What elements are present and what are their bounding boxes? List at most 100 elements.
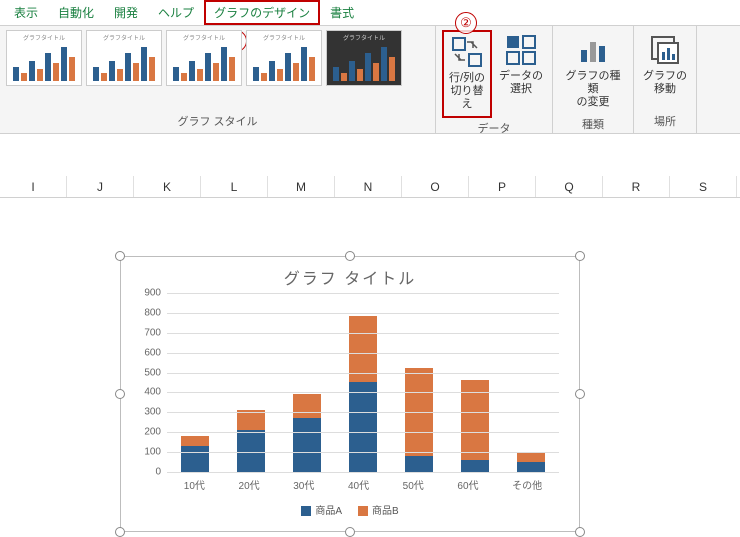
resize-handle[interactable]	[115, 251, 125, 261]
resize-handle[interactable]	[115, 389, 125, 399]
gridline	[167, 293, 559, 294]
ribbon-group-data: 行/列の 切り替え データの 選択 データ	[436, 26, 553, 133]
y-tick-label: 700	[131, 327, 161, 338]
bar-segment-series-a[interactable]	[405, 456, 433, 472]
tab-chart-design[interactable]: グラフのデザイン	[204, 0, 320, 25]
chart-style-thumbnail[interactable]: グラフタイトル	[326, 30, 402, 86]
tab-help[interactable]: ヘルプ	[148, 0, 204, 25]
column-header[interactable]: P	[469, 176, 536, 197]
gridline	[167, 432, 559, 433]
bar-segment-series-b[interactable]	[293, 394, 321, 418]
legend-item[interactable]: 商品B	[358, 502, 399, 517]
chart-object[interactable]: グラフ タイトル 0100200300400500600700800900 10…	[120, 256, 580, 532]
column-header[interactable]: R	[603, 176, 670, 197]
chart-style-thumbnail[interactable]: グラフタイトル	[246, 30, 322, 86]
worksheet[interactable]: IJKLMNOPQRS グラフ タイトル 0100200300400500600…	[0, 176, 740, 198]
tab-format[interactable]: 書式	[320, 0, 364, 25]
bar-stack[interactable]	[181, 436, 209, 472]
tab-view[interactable]: 表示	[4, 0, 48, 25]
resize-handle[interactable]	[345, 527, 355, 537]
resize-handle[interactable]	[115, 527, 125, 537]
y-tick-label: 200	[131, 427, 161, 438]
ribbon-group-label: 場所	[640, 111, 690, 131]
ribbon-group-label: グラフ スタイル	[6, 111, 429, 131]
select-data-icon	[505, 34, 537, 66]
legend-swatch-icon	[358, 506, 368, 516]
bar-segment-series-b[interactable]	[181, 436, 209, 446]
column-header[interactable]: Q	[536, 176, 603, 197]
bar-segment-series-a[interactable]	[349, 382, 377, 472]
y-tick-label: 800	[131, 307, 161, 318]
x-axis-labels: 10代20代30代40代50代60代その他	[167, 477, 559, 492]
column-headers: IJKLMNOPQRS	[0, 176, 740, 198]
ribbon-group-label: 種類	[559, 114, 627, 134]
bar-segment-series-a[interactable]	[237, 430, 265, 472]
change-chart-type-icon	[577, 34, 609, 66]
bar-segment-series-b[interactable]	[517, 452, 545, 462]
gridline	[167, 452, 559, 453]
resize-handle[interactable]	[575, 251, 585, 261]
resize-handle[interactable]	[345, 251, 355, 261]
legend-label: 商品A	[315, 506, 342, 517]
tab-automate[interactable]: 自動化	[48, 0, 104, 25]
column-header[interactable]: L	[201, 176, 268, 197]
x-tick-label: 60代	[457, 477, 478, 492]
chart-style-thumbnail[interactable]: グラフタイトル	[6, 30, 82, 86]
callout-2: ②	[455, 12, 477, 34]
y-tick-label: 300	[131, 407, 161, 418]
column-header[interactable]: K	[134, 176, 201, 197]
button-label: データの	[499, 70, 543, 83]
y-tick-label: 400	[131, 387, 161, 398]
gridline	[167, 472, 559, 473]
legend-swatch-icon	[301, 506, 311, 516]
y-tick-label: 100	[131, 447, 161, 458]
column-header[interactable]: J	[67, 176, 134, 197]
y-tick-label: 0	[131, 467, 161, 478]
legend-item[interactable]: 商品A	[301, 502, 342, 517]
plot-area[interactable]: 0100200300400500600700800900	[167, 293, 559, 473]
switch-row-column-button[interactable]: 行/列の 切り替え	[442, 30, 492, 118]
y-tick-label: 500	[131, 367, 161, 378]
chart-style-thumbnail[interactable]: グラフタイトル	[86, 30, 162, 86]
column-header[interactable]: M	[268, 176, 335, 197]
tab-developer[interactable]: 開発	[104, 0, 148, 25]
x-tick-label: 20代	[239, 477, 260, 492]
gridline	[167, 392, 559, 393]
gridline	[167, 313, 559, 314]
column-header[interactable]: N	[335, 176, 402, 197]
ribbon: ① ② グラフタイトル グラフタイトル グラフタイトル	[0, 26, 740, 134]
button-label: 切り替え	[446, 85, 488, 111]
move-chart-button[interactable]: グラフの 移動	[640, 30, 690, 100]
button-label: グラフの種類	[561, 70, 625, 96]
y-tick-label: 900	[131, 288, 161, 299]
x-tick-label: 40代	[348, 477, 369, 492]
button-label: の変更	[577, 96, 610, 109]
chart-title[interactable]: グラフ タイトル	[121, 257, 579, 293]
button-label: 行/列の	[449, 72, 485, 85]
legend[interactable]: 商品A 商品B	[121, 502, 579, 517]
button-label: グラフの	[643, 70, 687, 83]
resize-handle[interactable]	[575, 527, 585, 537]
resize-handle[interactable]	[575, 389, 585, 399]
button-label: 移動	[654, 83, 676, 96]
bar-segment-series-a[interactable]	[181, 446, 209, 472]
column-header[interactable]: S	[670, 176, 737, 197]
gridline	[167, 333, 559, 334]
bar-segment-series-a[interactable]	[293, 418, 321, 472]
change-chart-type-button[interactable]: グラフの種類 の変更	[559, 30, 627, 114]
bar-stack[interactable]	[237, 410, 265, 472]
tab-bar: 表示 自動化 開発 ヘルプ グラフのデザイン 書式	[0, 0, 740, 26]
gridline	[167, 373, 559, 374]
bar-segment-series-a[interactable]	[461, 460, 489, 472]
column-header[interactable]: O	[402, 176, 469, 197]
chart-style-thumbnail[interactable]: グラフタイトル	[166, 30, 242, 86]
bar-stack[interactable]	[461, 380, 489, 472]
select-data-button[interactable]: データの 選択	[496, 30, 546, 100]
bar-stack[interactable]	[349, 316, 377, 472]
ribbon-group-location: グラフの 移動 場所	[634, 26, 697, 133]
bar-stack[interactable]	[405, 368, 433, 472]
column-header[interactable]: I	[0, 176, 67, 197]
ribbon-group-type: グラフの種類 の変更 種類	[553, 26, 634, 133]
bar-segment-series-a[interactable]	[517, 462, 545, 472]
bar-stack[interactable]	[517, 452, 545, 472]
